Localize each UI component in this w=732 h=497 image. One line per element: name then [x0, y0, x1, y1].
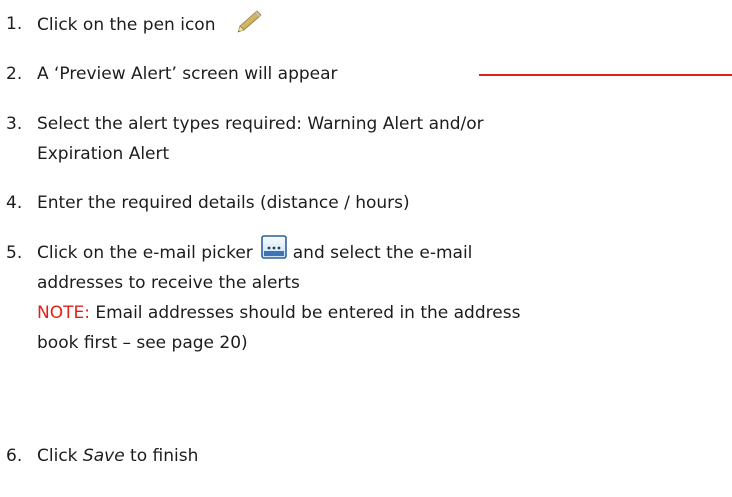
step-text-after: to finish [124, 446, 199, 466]
note-line-2: book first – see page 20) [37, 333, 248, 353]
step-text: Click on the pen icon [37, 15, 216, 35]
red-pointer-line [479, 74, 732, 76]
step-text-after-icon: and select the e-mail [292, 243, 473, 263]
step-text-line-1: Click on the e-mail picker and select th… [37, 235, 727, 265]
note-label: NOTE: [37, 303, 90, 323]
step-text-line-2: Expiration Alert [37, 144, 170, 164]
step-text: A ‘Preview Alert’ screen will appear [37, 64, 338, 84]
step-text-before-icon: Click on the e-mail picker [37, 243, 253, 263]
step-text-line-2: addresses to receive the alerts [37, 273, 300, 293]
step-text-line-1: Select the alert types required: Warning… [37, 114, 484, 134]
step-number: 5. [6, 243, 23, 263]
step-text: Enter the required details (distance / h… [37, 193, 410, 213]
step-number: 2. [6, 64, 23, 84]
step-number: 1. [6, 14, 23, 34]
note-text: Email addresses should be entered in the… [89, 303, 521, 323]
step-text-before: Click [37, 446, 83, 466]
step-number: 6. [6, 446, 23, 466]
note-line-1: NOTE: Email addresses should be entered … [37, 301, 727, 325]
save-label: Save [82, 446, 125, 466]
instruction-list: 1. Click on the pen icon 2. A ‘Preview A… [0, 0, 732, 497]
step-number: 4. [6, 193, 23, 213]
email-picker-icon[interactable] [260, 235, 287, 259]
pen-icon[interactable] [235, 9, 263, 35]
step-number: 3. [6, 114, 23, 134]
